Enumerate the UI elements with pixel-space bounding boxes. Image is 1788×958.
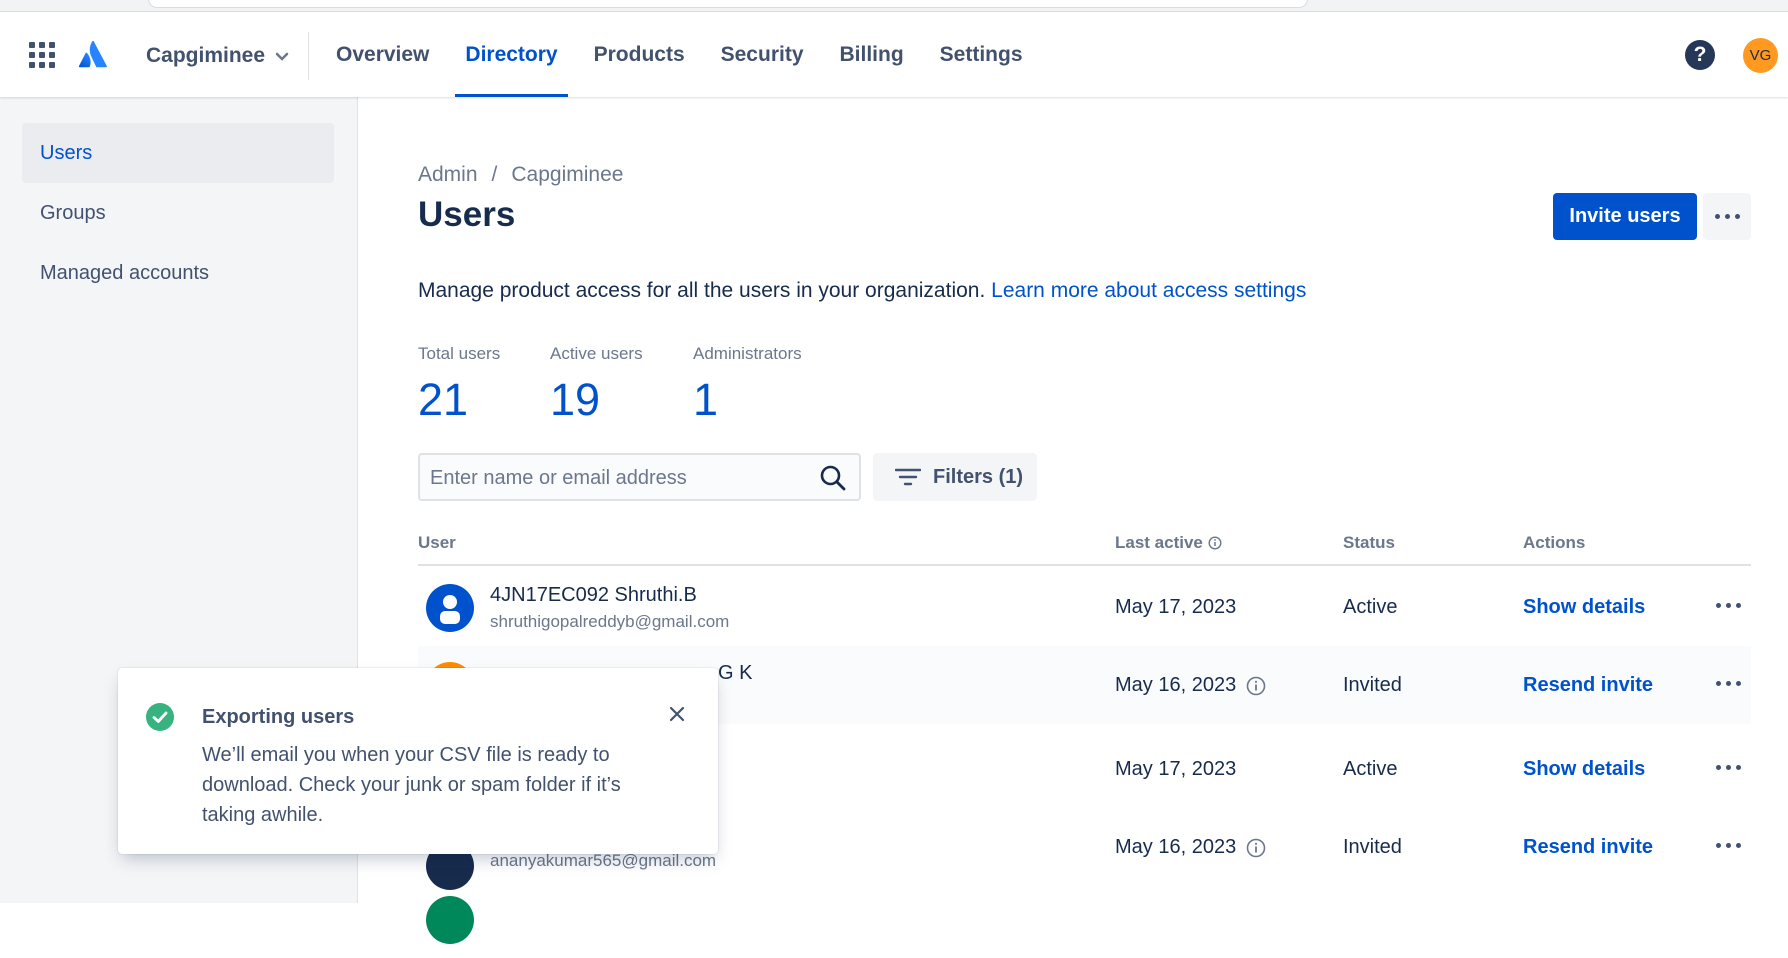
resend-invite-link[interactable]: Resend invite	[1523, 836, 1653, 859]
nav-settings[interactable]: Settings	[922, 12, 1041, 97]
success-check-icon	[146, 703, 174, 731]
primary-nav: Overview Directory Products Security Bil…	[318, 12, 1041, 97]
page-title: Users	[418, 195, 516, 234]
nav-products[interactable]: Products	[576, 12, 703, 97]
sidebar-item-groups[interactable]: Groups	[22, 183, 334, 243]
toast-message: We’ll email you when your CSV file is re…	[202, 744, 621, 826]
filters-button[interactable]: Filters (1)	[873, 453, 1037, 501]
column-status[interactable]: Status	[1343, 533, 1395, 553]
browser-chrome-strip	[0, 0, 1788, 12]
chevron-down-icon	[275, 52, 289, 61]
table-row[interactable]: 4JN17EC092 Shruthi.B shruthigopalreddyb@…	[418, 568, 1751, 646]
filter-icon	[895, 468, 921, 486]
invite-users-button[interactable]: Invite users	[1553, 193, 1697, 240]
profile-avatar[interactable]: VG	[1743, 38, 1778, 73]
status-text: Active	[1343, 758, 1398, 780]
user-icon	[440, 595, 460, 624]
sidebar-item-users[interactable]: Users	[22, 123, 334, 183]
status-text: Active	[1343, 596, 1398, 618]
user-email: ananyakumar565@gmail.com	[490, 851, 717, 870]
address-bar-edge	[148, 0, 1308, 8]
more-icon	[1708, 830, 1748, 860]
top-navigation: Capgiminee Overview Directory Products S…	[0, 12, 1788, 97]
show-details-link[interactable]: Show details	[1523, 758, 1645, 781]
sidebar-item-managed-accounts[interactable]: Managed accounts	[22, 243, 334, 303]
status-text: Invited	[1343, 836, 1402, 858]
last-active-value: May 17, 2023	[1115, 596, 1237, 618]
learn-more-link[interactable]: Learn more about access settings	[991, 279, 1306, 302]
avatar	[426, 584, 474, 632]
stat-label: Administrators	[693, 344, 802, 363]
export-toast: Exporting users We’ll email you when you…	[118, 668, 718, 854]
stat-value: 19	[550, 374, 601, 425]
breadcrumb-org[interactable]: Capgiminee	[511, 163, 623, 186]
search-placeholder: Enter name or email address	[430, 467, 687, 489]
breadcrumb: Admin / Capgiminee	[418, 163, 623, 187]
table-header: User Last active Status Actions	[418, 533, 1751, 566]
more-icon	[1703, 193, 1751, 240]
info-icon[interactable]	[1208, 536, 1222, 550]
info-icon[interactable]	[1246, 676, 1266, 696]
org-name: Capgiminee	[146, 44, 266, 67]
stat-label: Total users	[418, 344, 501, 363]
row-more-button[interactable]	[1708, 830, 1748, 860]
status-text: Invited	[1343, 674, 1402, 696]
nav-directory[interactable]: Directory	[447, 12, 575, 97]
last-active-date: May 16, 2023	[1115, 836, 1266, 859]
search-input[interactable]: Enter name or email address	[418, 453, 861, 501]
nav-billing[interactable]: Billing	[822, 12, 922, 97]
column-last-active-label: Last active	[1115, 533, 1203, 552]
last-active-value: May 17, 2023	[1115, 758, 1237, 780]
more-actions-button[interactable]	[1703, 193, 1751, 240]
close-icon[interactable]	[668, 705, 686, 723]
more-icon	[1708, 752, 1748, 782]
user-email: shruthigopalreddyb@gmail.com	[490, 612, 730, 631]
row-more-button[interactable]	[1708, 590, 1748, 620]
stat-label: Active users	[550, 344, 643, 363]
avatar	[426, 896, 474, 944]
resend-invite-link[interactable]: Resend invite	[1523, 674, 1653, 697]
stat-value: 1	[693, 374, 719, 425]
breadcrumb-separator: /	[491, 163, 498, 186]
show-details-link[interactable]: Show details	[1523, 596, 1645, 619]
breadcrumb-admin[interactable]: Admin	[418, 163, 478, 186]
last-active-date: May 16, 2023	[1115, 674, 1266, 697]
nav-overview[interactable]: Overview	[318, 12, 447, 97]
column-actions: Actions	[1523, 533, 1586, 552]
more-icon	[1708, 668, 1748, 698]
stat-total-users: Total users 21	[418, 344, 500, 426]
page-description: Manage product access for all the users …	[418, 279, 1306, 303]
app-switcher-icon[interactable]	[29, 42, 55, 68]
last-active-date: May 17, 2023	[1115, 596, 1236, 619]
stat-administrators: Administrators 1	[693, 344, 802, 426]
more-icon	[1708, 590, 1748, 620]
nav-security[interactable]: Security	[703, 12, 822, 97]
atlassian-logo-icon[interactable]	[78, 39, 108, 69]
description-text: Manage product access for all the users …	[418, 279, 986, 302]
stat-value: 21	[418, 374, 469, 425]
column-user[interactable]: User	[418, 533, 456, 553]
stat-active-users: Active users 19	[550, 344, 643, 426]
toast-title: Exporting users	[202, 706, 355, 728]
table-row[interactable]	[418, 880, 1751, 958]
column-last-active[interactable]: Last active	[1115, 533, 1222, 553]
help-icon[interactable]: ?	[1685, 40, 1715, 70]
filters-label: Filters (1)	[933, 465, 1024, 488]
info-icon[interactable]	[1246, 838, 1266, 858]
last-active-value: May 16, 2023	[1115, 674, 1237, 696]
user-name: 4JN17EC092 Shruthi.B	[490, 584, 697, 606]
row-more-button[interactable]	[1708, 752, 1748, 782]
org-switcher[interactable]: Capgiminee	[146, 44, 289, 68]
divider	[308, 32, 309, 80]
last-active-value: May 16, 2023	[1115, 836, 1237, 858]
user-name: G K	[718, 662, 753, 684]
search-icon	[820, 465, 846, 491]
last-active-date: May 17, 2023	[1115, 758, 1236, 781]
row-more-button[interactable]	[1708, 668, 1748, 698]
